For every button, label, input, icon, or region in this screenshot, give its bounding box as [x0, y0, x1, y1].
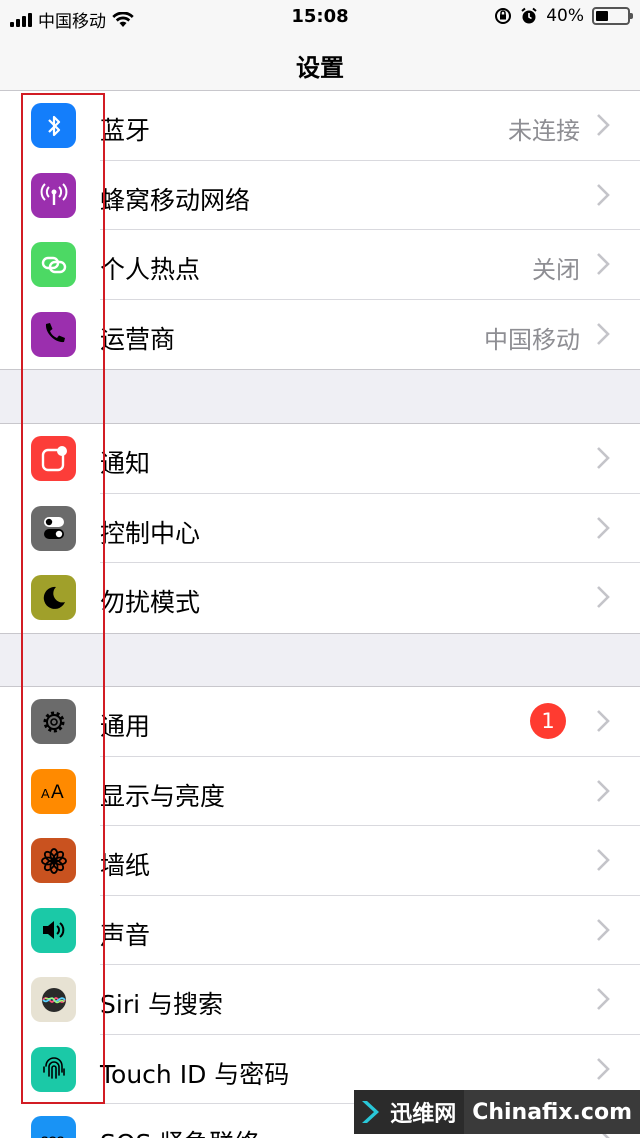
gear-icon [31, 699, 76, 744]
chevron-right-icon [597, 710, 610, 732]
chevron-right-icon [597, 183, 610, 206]
row-label: 通用 [100, 712, 151, 741]
row-detail: 中国移动 [484, 325, 580, 354]
fingerprint-icon [31, 1046, 76, 1092]
settings-row-sounds[interactable]: 声音 [0, 896, 640, 965]
chevron-right-icon [597, 918, 610, 941]
watermark: 迅维网 Chinafix.com [354, 1090, 640, 1134]
page-title: 设置 [296, 54, 344, 82]
chevron-right-icon [597, 988, 610, 1010]
orientation-lock-icon [495, 8, 512, 24]
settings-row-notifications[interactable]: 通知 [0, 424, 640, 494]
row-label: 显示与亮度 [100, 781, 226, 811]
row-detail: 关闭 [532, 256, 580, 284]
row-label: 运营商 [100, 324, 176, 354]
row-label: SOS 紧急联络 [100, 1124, 259, 1138]
cellular-icon [31, 172, 76, 218]
chevron-right-icon [597, 114, 610, 136]
row-label: 勿扰模式 [100, 588, 201, 617]
watermark-logo-icon [362, 1101, 380, 1123]
svg-text:A: A [41, 786, 50, 801]
row-label: Siri 与搜索 [100, 990, 223, 1019]
chevron-right-icon [597, 447, 610, 469]
settings-row-carrier[interactable]: 运营商 中国移动 [0, 300, 640, 370]
chevron-right-icon [597, 849, 610, 871]
speaker-icon [31, 907, 76, 953]
settings-group-connectivity: 蓝牙 未连接 蜂窝移动网络 个人热点 关闭 运营商 中国移动 [0, 90, 640, 370]
row-label: 通知 [100, 449, 151, 478]
svg-text:SOS: SOS [41, 1135, 64, 1138]
battery-icon [592, 7, 633, 25]
row-label: 控制中心 [100, 518, 201, 548]
sos-icon: SOS [31, 1116, 76, 1138]
settings-row-hotspot[interactable]: 个人热点 关闭 [0, 230, 640, 300]
settings-group-notifications: 通知 控制中心 勿扰模式 [0, 423, 640, 634]
row-label: 蜂窝移动网络 [100, 185, 251, 215]
settings-row-general[interactable]: 通用 1 [0, 687, 640, 757]
row-label: 墙纸 [100, 851, 151, 880]
chevron-right-icon [597, 779, 610, 802]
chevron-right-icon [597, 1057, 610, 1080]
svg-text:A: A [51, 782, 64, 803]
settings-row-bluetooth[interactable]: 蓝牙 未连接 [0, 91, 640, 161]
chevron-right-icon [597, 516, 610, 539]
navigation-bar: 设置 [0, 34, 640, 98]
watermark-right-text: Chinafix.com [472, 1099, 632, 1125]
bluetooth-icon [31, 103, 76, 148]
row-detail: 未连接 [508, 117, 580, 145]
watermark-right: Chinafix.com [464, 1090, 640, 1134]
settings-row-do-not-disturb[interactable]: 勿扰模式 [0, 563, 640, 633]
siri-icon [31, 977, 76, 1022]
watermark-left: 迅维网 [354, 1090, 465, 1134]
settings-row-display[interactable]: A A 显示与亮度 [0, 757, 640, 826]
control-center-icon [31, 505, 76, 551]
settings-row-control-center[interactable]: 控制中心 [0, 494, 640, 563]
row-label: Touch ID 与密码 [100, 1059, 290, 1089]
settings-row-siri[interactable]: Siri 与搜索 [0, 965, 640, 1035]
wallpaper-icon [31, 838, 76, 883]
status-right: 40% [494, 6, 633, 26]
row-label: 蓝牙 [100, 116, 151, 145]
row-label: 个人热点 [100, 255, 201, 284]
hotspot-icon [31, 242, 76, 287]
alarm-icon [521, 7, 537, 24]
chevron-right-icon [597, 586, 610, 608]
status-bar: 中国移动 15:08 40% [0, 0, 640, 34]
row-label: 声音 [100, 920, 151, 950]
settings-row-cellular[interactable]: 蜂窝移动网络 [0, 161, 640, 230]
settings-group-general: 通用 1 A A 显示与亮度 墙纸 声音 Siri 与搜索 Touch ID 与… [0, 686, 640, 1138]
moon-icon [31, 575, 76, 620]
display-icon: A A [31, 768, 76, 814]
chevron-right-icon [597, 253, 610, 275]
settings-row-wallpaper[interactable]: 墙纸 [0, 826, 640, 896]
battery-percent: 40% [546, 6, 584, 26]
chevron-right-icon [597, 322, 610, 345]
phone-icon [31, 311, 76, 357]
settings-screen: 中国移动 15:08 40% 设置 蓝牙 未连接 蜂窝移动网络 个人热点 关闭 … [0, 0, 640, 1138]
watermark-left-text: 迅维网 [390, 1102, 457, 1127]
update-badge: 1 [530, 703, 566, 739]
notifications-icon [31, 436, 76, 481]
